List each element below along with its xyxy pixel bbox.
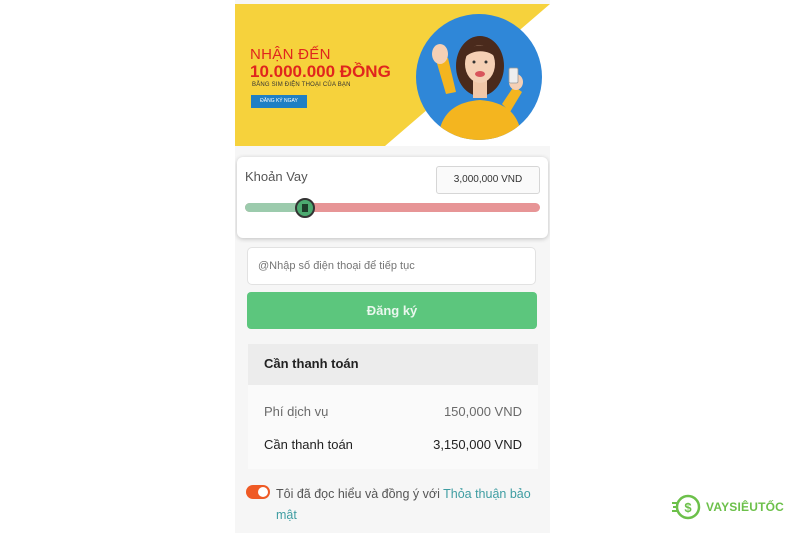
banner-register-button[interactable]: ĐĂNG KÝ NGAY xyxy=(251,95,307,108)
loan-amount-slider[interactable] xyxy=(245,198,540,218)
consent-statement: Tôi đã đọc hiểu và đồng ý với Thỏa thuận… xyxy=(276,484,536,526)
payment-header: Cần thanh toán xyxy=(248,344,538,385)
slider-thumb[interactable] xyxy=(295,198,315,218)
woman-with-phone-illustration xyxy=(432,36,523,140)
service-fee-label: Phí dịch vụ xyxy=(264,404,329,419)
service-fee-value: 150,000 VND xyxy=(443,404,522,419)
toggle-knob xyxy=(258,487,268,497)
phone-number-input[interactable] xyxy=(247,247,536,285)
payment-details: Phí dịch vụ 150,000 VND Cần thanh toán 3… xyxy=(248,385,538,469)
consent-toggle[interactable] xyxy=(246,485,270,499)
banner-title: NHẬN ĐẾN xyxy=(250,46,331,63)
register-button[interactable]: Đăng ký xyxy=(247,292,537,329)
total-due-value: 3,150,000 VND xyxy=(433,437,522,452)
svg-text:$: $ xyxy=(684,500,692,515)
total-due-label: Cần thanh toán xyxy=(264,437,353,452)
banner-subtitle: BẰNG SIM ĐIỆN THOẠI CỦA BẠN xyxy=(252,82,351,88)
loan-card: Khoản Vay 3,000,000 VND xyxy=(237,157,548,238)
loan-label: Khoản Vay xyxy=(245,169,308,184)
promo-banner[interactable]: NHẬN ĐẾN 10.000.000 ĐỒNG BẰNG SIM ĐIỆN T… xyxy=(235,4,550,146)
banner-amount: 10.000.000 ĐỒNG xyxy=(250,62,391,81)
promo-photo xyxy=(416,14,542,140)
grip-icon xyxy=(302,204,308,212)
dollar-speed-icon: $ xyxy=(672,494,701,520)
consent-text: Tôi đã đọc hiểu và đồng ý với xyxy=(276,487,444,501)
loan-amount-display[interactable]: 3,000,000 VND xyxy=(436,166,540,194)
brand-name: VAYSIÊUTỐC xyxy=(706,500,785,514)
payment-title: Cần thanh toán xyxy=(264,356,359,371)
brand-watermark: $ VAYSIÊUTỐC xyxy=(672,493,794,521)
app-screen: NHẬN ĐẾN 10.000.000 ĐỒNG BẰNG SIM ĐIỆN T… xyxy=(235,0,550,533)
